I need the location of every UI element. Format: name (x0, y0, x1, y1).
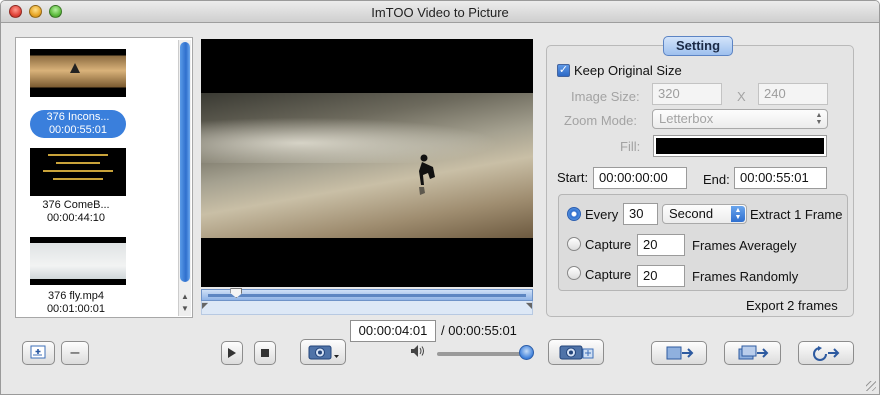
video-preview (201, 39, 533, 287)
tab-setting[interactable]: Setting (663, 36, 733, 56)
list-scrollbar[interactable]: ▲ ▼ (178, 40, 191, 316)
list-item[interactable]: 376 ComeB... 00:00:44:10 (28, 199, 124, 225)
interval-unit-value: Second (669, 206, 714, 221)
every-interval-field[interactable]: 30 (623, 203, 658, 225)
every-label: Every (585, 207, 619, 222)
credit-text-line (48, 154, 108, 156)
zoom-mode-label: Zoom Mode: (564, 113, 637, 128)
end-time-field[interactable]: 00:00:55:01 (734, 167, 827, 189)
credit-text-line (53, 178, 103, 180)
image-size-label: Image Size: (571, 89, 640, 104)
silhouette-figure (419, 154, 435, 195)
keep-original-size-checkbox[interactable]: ✓ (557, 64, 570, 77)
image-width-field[interactable]: 320 (652, 83, 722, 105)
seek-track (208, 294, 526, 297)
convert-button[interactable] (798, 341, 854, 365)
stepper-arrows-icon: ▲ ▼ (815, 112, 823, 126)
scroll-down-arrow-icon[interactable]: ▼ (181, 304, 189, 313)
list-item-duration: 00:00:55:01 (48, 124, 108, 136)
wave-graphic (201, 113, 533, 163)
total-time-label: / 00:00:55:01 (441, 323, 517, 338)
scrollbar-thumb[interactable] (180, 42, 190, 282)
volume-slider[interactable] (437, 352, 527, 356)
start-label: Start: (557, 170, 589, 185)
add-file-button[interactable] (22, 341, 55, 365)
capture-averagely-radio[interactable] (567, 237, 581, 251)
video-thumbnail[interactable] (30, 148, 126, 196)
volume-knob[interactable] (519, 345, 534, 360)
capture-randomly-label: Capture (585, 267, 632, 282)
export-icon (666, 346, 694, 360)
image-size-separator: X (737, 89, 746, 104)
interval-unit-select[interactable]: Second ▲ ▼ (662, 204, 747, 224)
stop-icon (261, 349, 269, 357)
video-thumbnail[interactable] (30, 237, 126, 285)
speaker-icon[interactable] (410, 344, 426, 358)
list-item-duration: 00:00:44:10 (46, 212, 106, 224)
play-icon (228, 348, 236, 358)
fill-color (656, 138, 824, 154)
frames-randomly-label: Frames Randomly (692, 269, 799, 284)
add-file-icon (30, 345, 45, 359)
export-batch-button[interactable] (724, 341, 781, 365)
frames-averagely-label: Frames Averagely (692, 238, 797, 253)
range-start-marker-icon[interactable]: ◤ (202, 301, 208, 310)
zoom-mode-select[interactable]: Letterbox ▲ ▼ (652, 109, 828, 129)
resize-grip-icon[interactable] (866, 381, 876, 391)
list-item-name: 376 fly.mp4 (47, 290, 105, 302)
capture-randomly-radio[interactable] (567, 266, 581, 280)
camera-icon (308, 345, 339, 360)
every-radio[interactable] (567, 207, 581, 221)
credit-text-line (56, 162, 100, 164)
video-list[interactable]: 376 Incons... 00:00:55:01 376 ComeB... 0… (15, 37, 193, 318)
fill-color-swatch[interactable] (653, 135, 827, 157)
export-batch-icon (738, 345, 768, 360)
sailboat-graphic (70, 63, 80, 73)
credit-text-line (43, 170, 113, 172)
scroll-up-arrow-icon[interactable]: ▲ (181, 292, 189, 301)
video-thumbnail[interactable] (30, 49, 126, 97)
capture-randomly-count-field[interactable]: 20 (637, 265, 685, 287)
start-time-field[interactable]: 00:00:00:00 (593, 167, 687, 189)
list-item-name: 376 Incons... (46, 111, 110, 123)
capture-averagely-count-field[interactable]: 20 (637, 234, 685, 256)
app-window: ImTOO Video to Picture 376 Incons... 00:… (0, 0, 880, 395)
stepper-arrows-icon: ▲ ▼ (731, 206, 745, 222)
range-end-marker-icon[interactable]: ◥ (526, 301, 532, 310)
list-item-name: 376 ComeB... (42, 199, 110, 211)
capture-averagely-label: Capture (585, 237, 632, 252)
list-item[interactable]: 376 fly.mp4 00:01:00:01 (28, 290, 124, 316)
extract-one-frame-label: Extract 1 Frame (750, 207, 843, 222)
title-bar: ImTOO Video to Picture (1, 1, 879, 23)
keep-original-size-label: Keep Original Size (574, 63, 682, 78)
snapshot-button[interactable] (300, 339, 346, 365)
current-time-field[interactable]: 00:00:04:01 (350, 320, 436, 342)
window-title: ImTOO Video to Picture (371, 5, 509, 20)
export-button[interactable] (651, 341, 707, 365)
remove-file-button[interactable]: – (61, 341, 89, 365)
seek-bar[interactable] (201, 288, 533, 301)
seek-range-markers: ◤ ◥ (201, 301, 533, 315)
play-button[interactable] (221, 341, 243, 365)
video-frame-image (201, 93, 533, 238)
list-item-selected[interactable]: 376 Incons... 00:00:55:01 (30, 110, 126, 138)
image-height-field[interactable]: 240 (758, 83, 828, 105)
snapshot-settings-button[interactable] (548, 339, 604, 365)
export-frames-summary: Export 2 frames (746, 298, 838, 313)
camera-settings-icon (559, 345, 594, 360)
convert-icon (813, 346, 840, 361)
stop-button[interactable] (254, 341, 276, 365)
fill-label: Fill: (620, 139, 641, 154)
end-label: End: (703, 172, 730, 187)
list-item-duration: 00:01:00:01 (46, 303, 106, 315)
zoom-mode-value: Letterbox (659, 111, 714, 126)
